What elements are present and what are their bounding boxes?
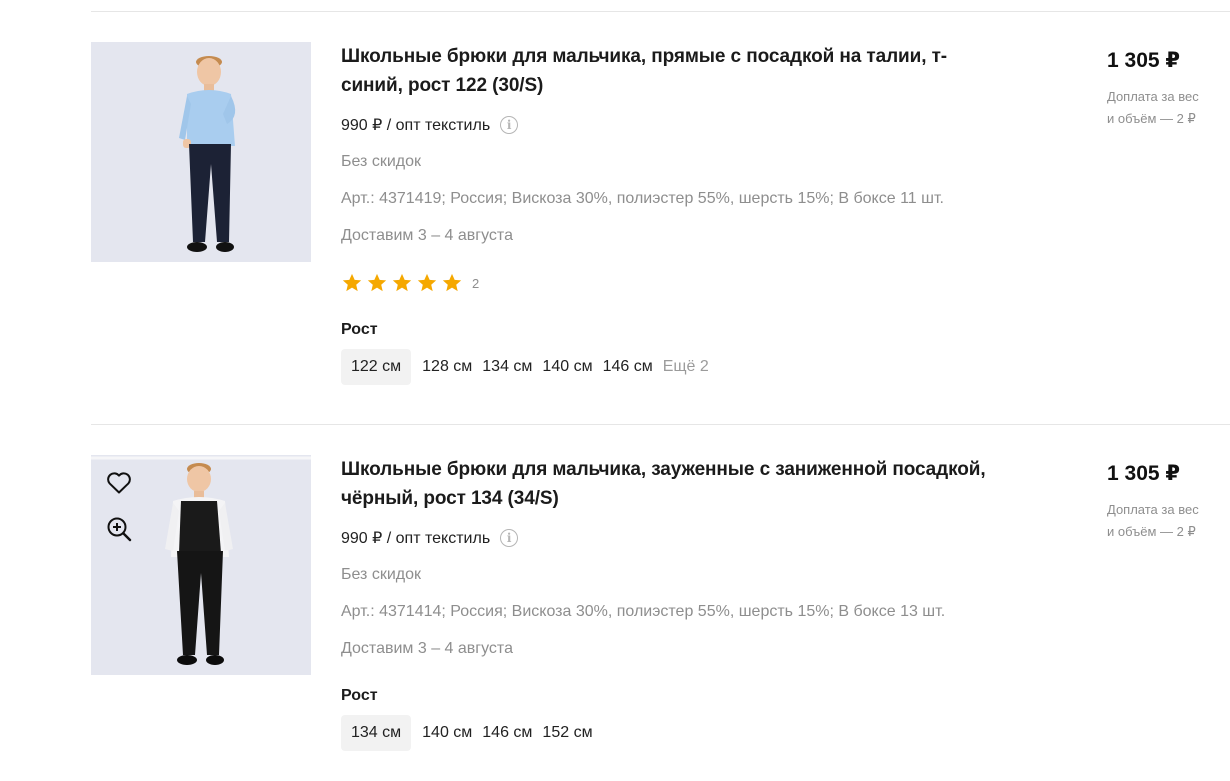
surcharge-note: Доплата за вес и объём — 2 ₽ [1107,86,1227,130]
star-icon [392,273,412,292]
opt-price-row: 990 ₽ / опт текстиль i [341,115,519,135]
product-title[interactable]: Школьные брюки для мальчика, прямые с по… [341,42,1001,100]
more-sizes-link[interactable]: Ещё 2 [658,349,714,385]
surcharge-line: Доплата за вес [1107,89,1199,104]
star-icon [442,273,462,292]
size-option[interactable]: 146 см [477,715,537,751]
zoom-in-icon [107,517,132,542]
favorite-button[interactable] [105,469,133,497]
size-option[interactable]: 140 см [417,715,477,751]
opt-price: 990 ₽ / опт текстиль [341,117,491,134]
price: 1 305 ₽ [1107,49,1180,72]
review-count[interactable]: 2 [472,276,479,291]
delivery-text: Доставим 3 – 4 августа [341,227,513,244]
size-option[interactable]: 152 см [537,715,597,751]
top-divider [91,11,1230,12]
price-column-1: 1 305 ₽ Доплата за вес и объём — 2 ₽ [1107,42,1227,130]
size-option[interactable]: 134 см [477,349,537,385]
price: 1 305 ₽ [1107,462,1180,485]
surcharge-line: и объём — 2 ₽ [1107,524,1196,539]
discount-text: Без скидок [341,566,421,583]
size-option[interactable]: 122 см [341,349,412,385]
product-details: Арт.: 4371414; Россия; Вискоза 30%, поли… [341,603,946,620]
size-label: Рост [341,321,378,338]
rating[interactable]: 2 [341,272,479,294]
product-image-1[interactable] [91,42,311,262]
size-option[interactable]: 134 см [341,715,412,751]
boy-photo-1 [91,42,311,262]
price-column-2: 1 305 ₽ Доплата за вес и объём — 2 ₽ [1107,455,1227,543]
size-label: Рост [341,687,378,704]
product-divider [91,424,1230,425]
size-option[interactable]: 146 см [598,349,658,385]
size-selector: 122 см 128 см 134 см 140 см 146 см Ещё 2 [341,349,714,385]
star-icon [417,273,437,292]
product-info-1: Школьные брюки для мальчика, прямые с по… [341,42,1041,385]
opt-price-row: 990 ₽ / опт текстиль i [341,528,519,548]
product-title[interactable]: Школьные брюки для мальчика, зауженные с… [341,455,1001,513]
product-image-2[interactable] [91,455,311,675]
size-option[interactable]: 128 см [417,349,477,385]
info-icon[interactable]: i [500,529,519,547]
discount-text: Без скидок [341,153,421,170]
zoom-button[interactable] [105,515,133,543]
product-details: Арт.: 4371419; Россия; Вискоза 30%, поли… [341,190,944,207]
info-icon[interactable]: i [500,116,519,134]
star-icon [367,273,387,292]
heart-icon [107,472,131,494]
surcharge-line: и объём — 2 ₽ [1107,111,1196,126]
delivery-text: Доставим 3 – 4 августа [341,640,513,657]
surcharge-line: Доплата за вес [1107,502,1199,517]
opt-price: 990 ₽ / опт текстиль [341,530,491,547]
size-selector: 134 см 140 см 146 см 152 см [341,715,598,751]
product-info-2: Школьные брюки для мальчика, зауженные с… [341,455,1041,751]
size-option[interactable]: 140 см [537,349,597,385]
surcharge-note: Доплата за вес и объём — 2 ₽ [1107,499,1227,543]
star-icon [342,273,362,292]
